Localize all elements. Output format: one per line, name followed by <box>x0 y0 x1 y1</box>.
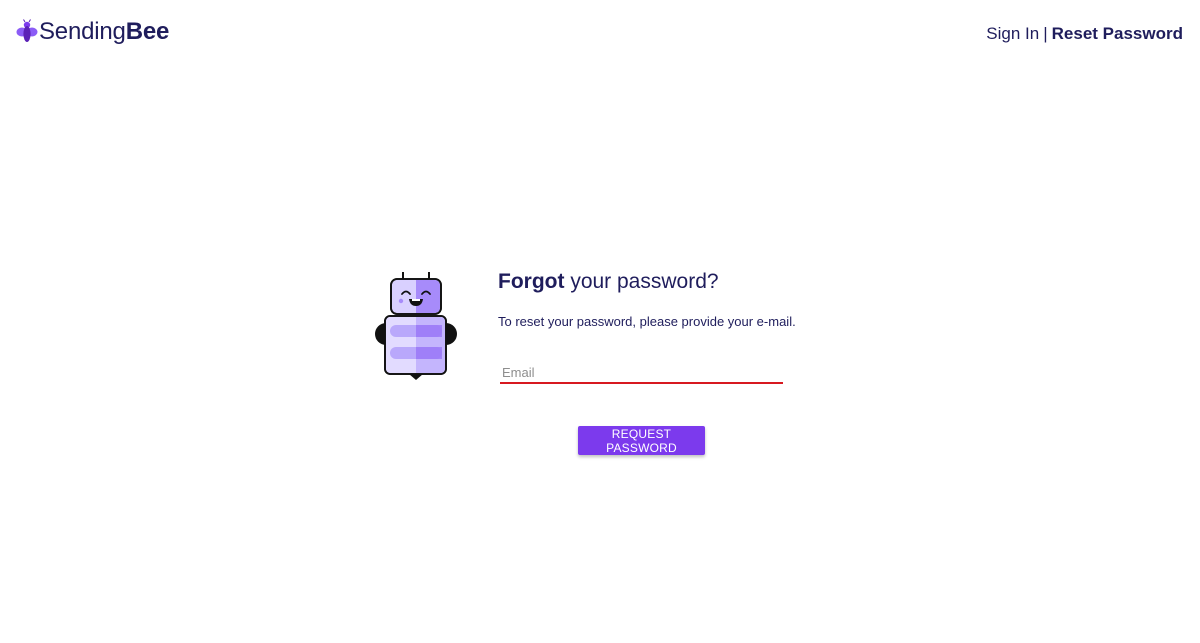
sign-in-link[interactable]: Sign In <box>986 24 1039 44</box>
nav-separator: | <box>1043 24 1048 43</box>
top-nav: Sign In | Reset Password <box>986 24 1183 44</box>
logo-link[interactable]: SendingBee <box>16 18 169 46</box>
header: SendingBee Sign In | Reset Password <box>0 0 1200 68</box>
logo-text: SendingBee <box>39 18 170 45</box>
page-title: Forgot your password? <box>498 270 719 293</box>
request-password-button[interactable]: REQUEST PASSWORD <box>578 426 705 455</box>
bee-logo-icon <box>16 19 38 42</box>
reset-form: Forgot your password? To reset your pass… <box>498 268 798 330</box>
email-field[interactable] <box>500 360 783 382</box>
form-instructions: To reset your password, please provide y… <box>498 314 796 329</box>
robot-illustration <box>375 272 457 380</box>
email-field-wrapper <box>500 360 783 384</box>
reset-password-link[interactable]: Reset Password <box>1052 24 1183 44</box>
